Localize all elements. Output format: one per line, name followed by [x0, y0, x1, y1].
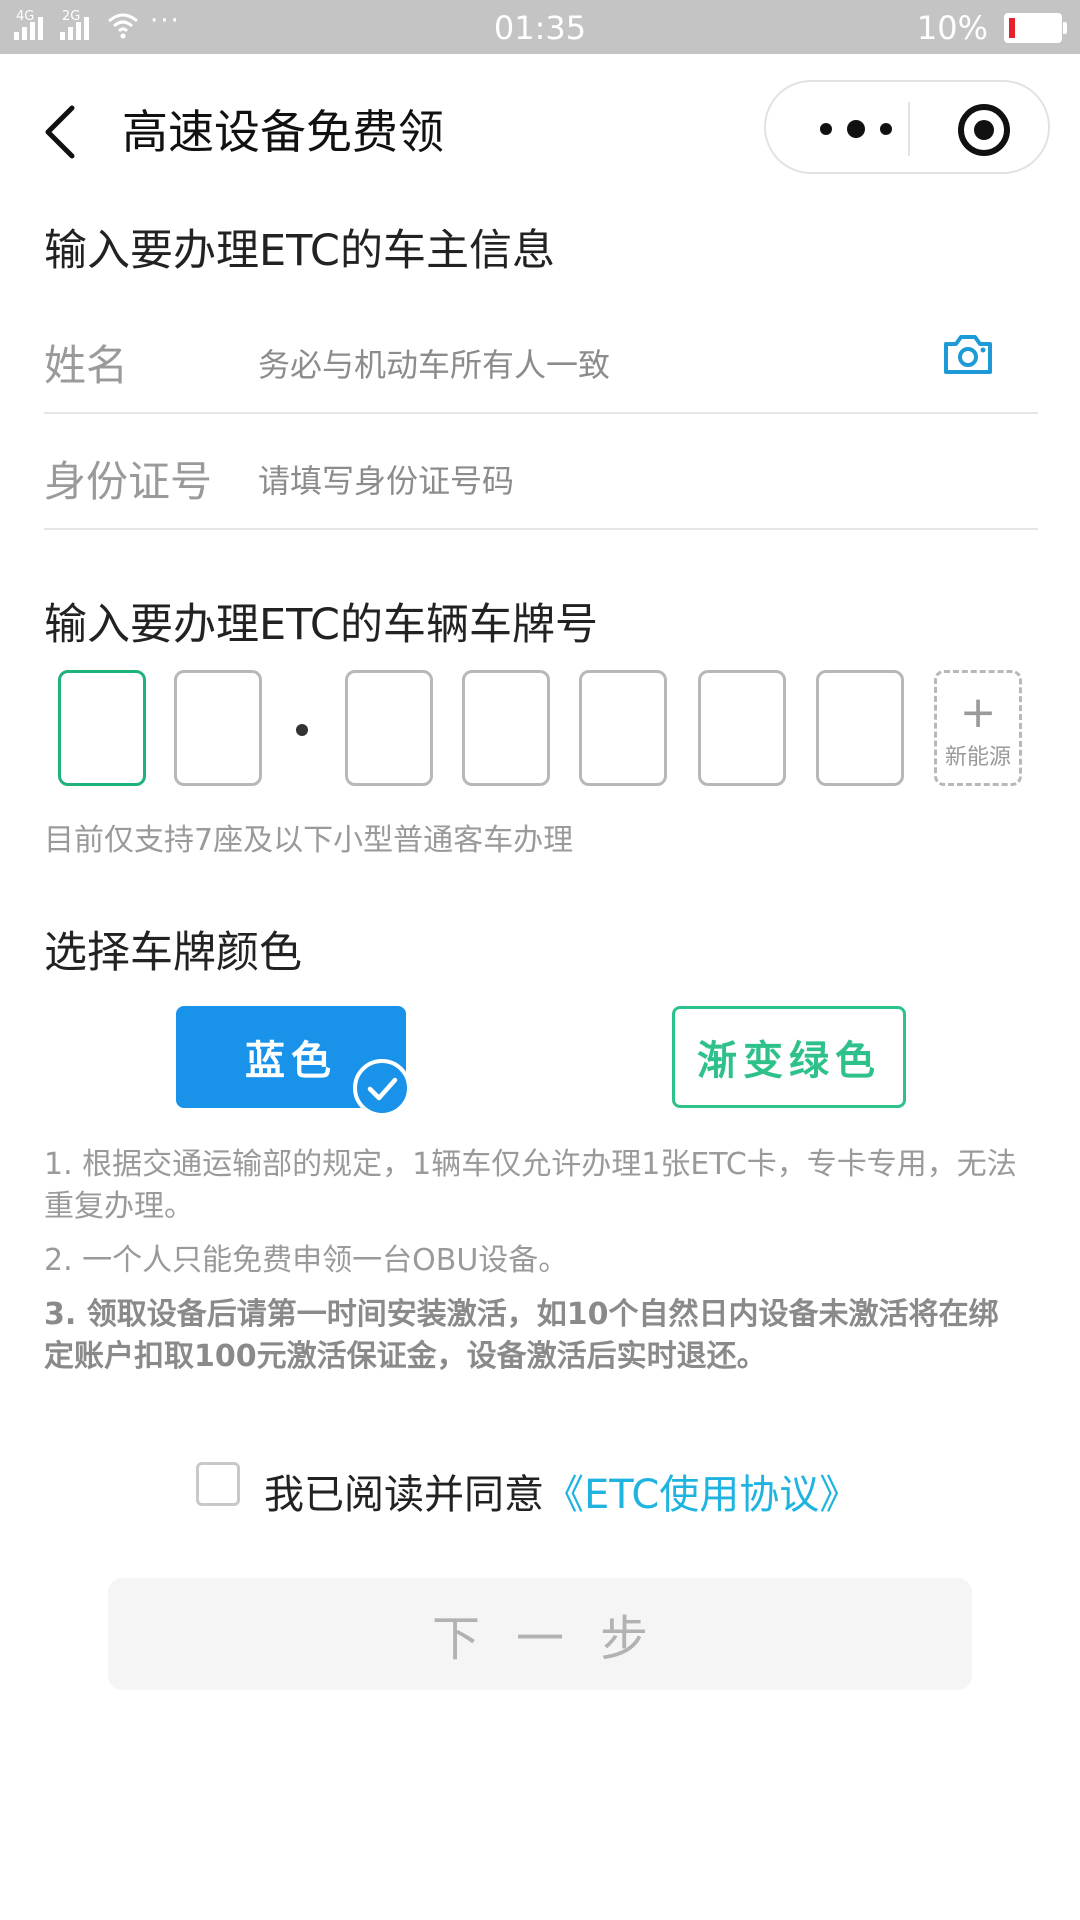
owner-section-title: 输入要办理ETC的车主信息: [44, 226, 555, 276]
name-label: 姓名: [44, 341, 129, 390]
note-item-important: 3. 领取设备后请第一时间安装激活，如10个自然日内设备未激活将在绑定账户扣取1…: [44, 1297, 999, 1374]
plate-char-box[interactable]: [462, 670, 550, 786]
back-icon[interactable]: [38, 102, 86, 162]
new-energy-label: 新能源: [944, 745, 1011, 770]
camera-icon[interactable]: [942, 332, 994, 376]
note-item: 1. 根据交通运输部的规定，1辆车仅允许办理1张ETC卡，专卡专用，无法重复办理…: [44, 1147, 1017, 1224]
battery-percent: 10%: [916, 9, 988, 47]
status-right: 10%: [916, 9, 1067, 47]
plate-char-box[interactable]: [58, 670, 146, 786]
capsule-divider: [908, 102, 910, 156]
plate-separator-dot: [296, 724, 308, 736]
more-dots-icon[interactable]: [806, 112, 906, 146]
plate-hint: 目前仅支持7座及以下小型普通客车办理: [44, 823, 574, 858]
name-field[interactable]: 姓名 务必与机动车所有人一致: [44, 296, 1038, 414]
plate-char-box[interactable]: [698, 670, 786, 786]
status-bar: 4G 2G ··· 01:35 10%: [0, 0, 1080, 54]
id-number-input[interactable]: 请填写身份证号码: [258, 456, 514, 502]
id-number-field[interactable]: 身份证号 请填写身份证号码: [44, 412, 1038, 530]
color-section-title: 选择车牌颜色: [44, 928, 302, 978]
agreement-checkbox[interactable]: [196, 1462, 240, 1506]
plate-section-title: 输入要办理ETC的车辆车牌号: [44, 600, 598, 650]
battery-icon: [1004, 13, 1067, 43]
plus-icon: +: [959, 687, 997, 738]
next-step-button[interactable]: 下一步: [108, 1578, 972, 1690]
plate-char-box[interactable]: [174, 670, 262, 786]
navigation-bar: 高速设备免费领: [0, 54, 1080, 204]
mini-program-capsule: [764, 80, 1050, 174]
name-input[interactable]: 务必与机动车所有人一致: [258, 340, 610, 386]
target-circle-icon[interactable]: [956, 102, 1012, 158]
plate-char-box[interactable]: [345, 670, 433, 786]
page-title: 高速设备免费领: [122, 105, 444, 159]
agreement-label: 我已阅读并同意: [264, 1472, 544, 1518]
note-item: 2. 一个人只能免费申领一台OBU设备。: [44, 1243, 569, 1278]
plate-char-box[interactable]: [579, 670, 667, 786]
new-energy-plate-button[interactable]: + 新能源: [934, 670, 1022, 786]
id-number-label: 身份证号: [44, 457, 213, 506]
check-badge-icon: [353, 1059, 411, 1117]
agreement-text: 我已阅读并同意《ETC使用协议》: [264, 1462, 859, 1520]
color-option-gradient-green[interactable]: 渐变绿色: [672, 1006, 906, 1108]
agreement-link[interactable]: 《ETC使用协议》: [544, 1472, 859, 1518]
plate-char-box[interactable]: [816, 670, 904, 786]
